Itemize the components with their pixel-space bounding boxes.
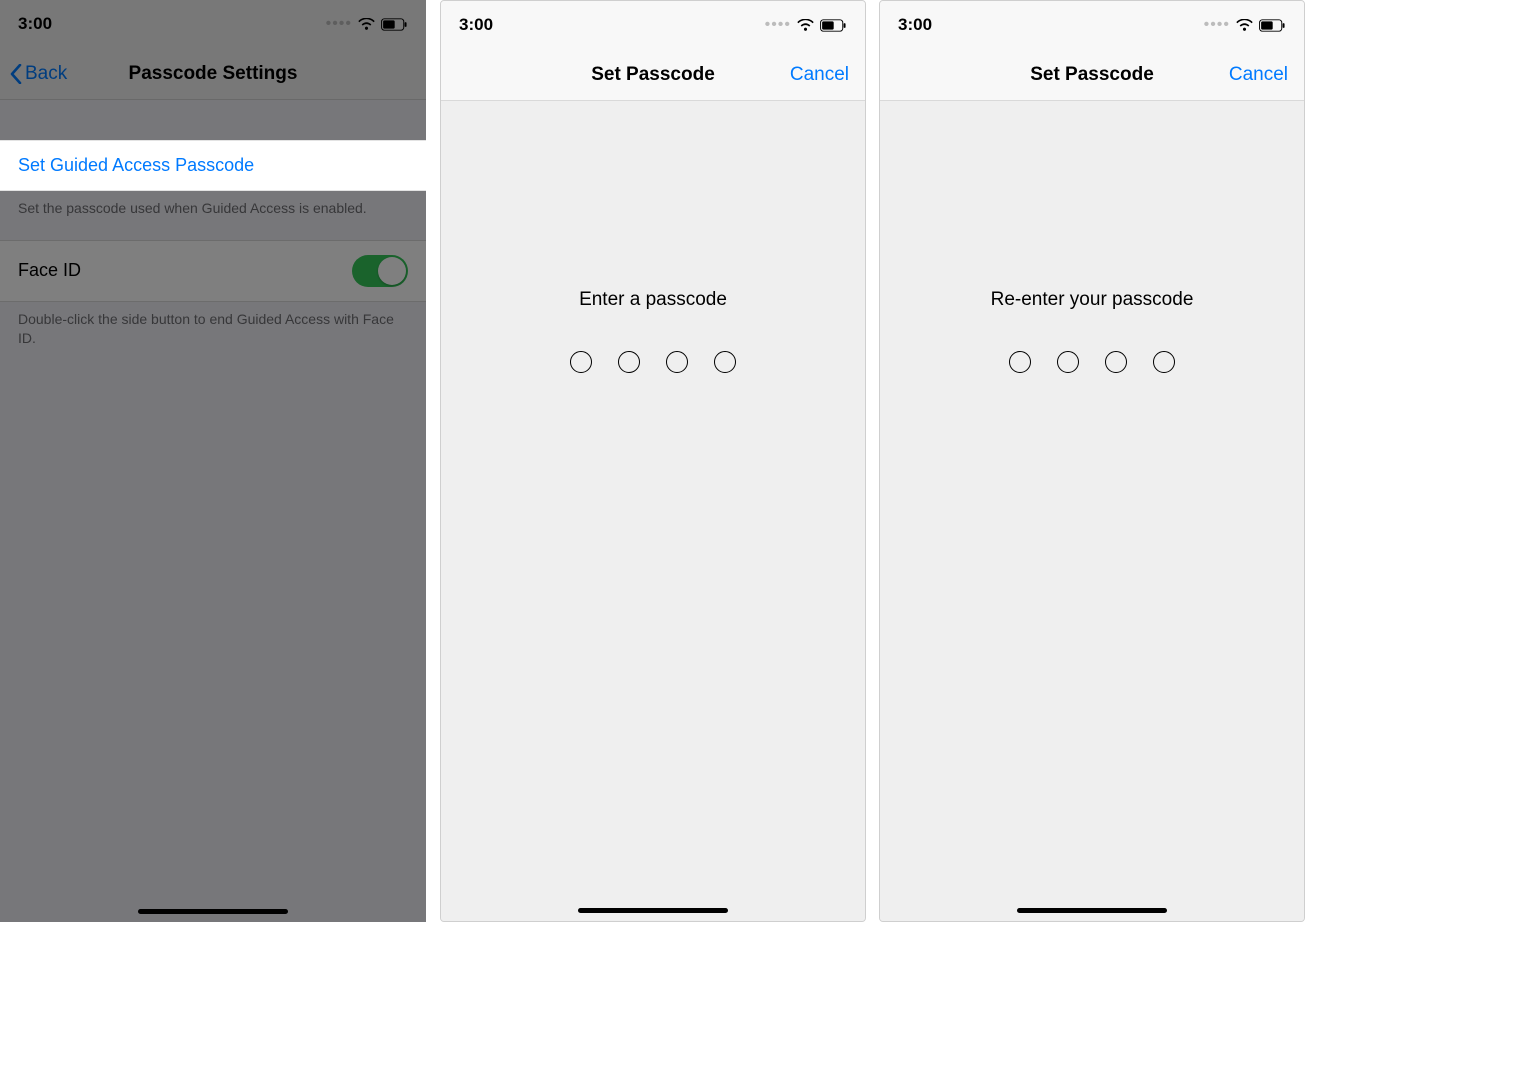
status-icons-right: •••• — [765, 17, 847, 33]
wifi-icon — [358, 18, 375, 31]
battery-icon — [381, 18, 408, 31]
status-bar: 3:00 •••• — [880, 1, 1304, 49]
battery-icon — [820, 19, 847, 32]
faceid-cell: Face ID — [0, 240, 426, 302]
passcode-dot — [1009, 351, 1031, 373]
page-title: Set Passcode — [1030, 64, 1154, 86]
status-time: 3:00 — [459, 15, 493, 35]
passcode-entry[interactable]: Re-enter your passcode — [880, 101, 1304, 373]
cancel-button[interactable]: Cancel — [790, 49, 849, 100]
battery-icon — [1259, 19, 1286, 32]
passcode-dots — [880, 351, 1304, 373]
passcode-dot — [666, 351, 688, 373]
faceid-toggle[interactable] — [352, 255, 408, 287]
passcode-entry[interactable]: Enter a passcode — [441, 101, 865, 373]
content-area: Enter a passcode — [441, 101, 865, 921]
passcode-dots — [441, 351, 865, 373]
cellular-dots-icon: •••• — [326, 16, 352, 32]
passcode-dot — [714, 351, 736, 373]
status-bar: 3:00 •••• — [441, 1, 865, 49]
home-indicator[interactable] — [138, 909, 288, 914]
passcode-dot — [1105, 351, 1127, 373]
passcode-dot — [1057, 351, 1079, 373]
content-area: Re-enter your passcode — [880, 101, 1304, 921]
status-time: 3:00 — [18, 14, 52, 34]
wifi-icon — [1236, 19, 1253, 32]
highlighted-set-passcode-cell[interactable]: Set Guided Access Passcode — [0, 140, 426, 191]
nav-bar: Back Passcode Settings — [0, 48, 426, 100]
passcode-dot — [618, 351, 640, 373]
cellular-dots-icon: •••• — [765, 17, 791, 33]
faceid-label: Face ID — [18, 260, 81, 281]
faceid-note: Double-click the side button to end Guid… — [0, 302, 426, 370]
passcode-dot — [1153, 351, 1175, 373]
status-icons-right: •••• — [326, 16, 408, 32]
passcode-prompt: Re-enter your passcode — [880, 289, 1304, 311]
home-indicator[interactable] — [1017, 908, 1167, 913]
chevron-left-icon — [10, 64, 22, 84]
wifi-icon — [797, 19, 814, 32]
page-title: Passcode Settings — [129, 63, 298, 85]
nav-bar: Set Passcode Cancel — [441, 49, 865, 101]
screen-passcode-settings: 3:00 •••• Back Passcode Settings Set Gui… — [0, 0, 426, 922]
cancel-button[interactable]: Cancel — [1229, 49, 1288, 100]
passcode-dot — [570, 351, 592, 373]
status-time: 3:00 — [898, 15, 932, 35]
status-icons-right: •••• — [1204, 17, 1286, 33]
screen-reenter-passcode: 3:00 •••• Set Passcode Cancel Re-enter y… — [879, 0, 1305, 922]
cellular-dots-icon: •••• — [1204, 17, 1230, 33]
screen-enter-passcode: 3:00 •••• Set Passcode Cancel Enter a pa… — [440, 0, 866, 922]
toggle-knob — [378, 257, 406, 285]
set-passcode-note: Set the passcode used when Guided Access… — [0, 191, 426, 240]
passcode-prompt: Enter a passcode — [441, 289, 865, 311]
home-indicator[interactable] — [578, 908, 728, 913]
nav-bar: Set Passcode Cancel — [880, 49, 1304, 101]
content-area: Set Guided Access Passcode Set the passc… — [0, 100, 426, 922]
back-button[interactable]: Back — [10, 48, 67, 99]
page-title: Set Passcode — [591, 64, 715, 86]
back-label: Back — [25, 63, 67, 85]
status-bar: 3:00 •••• — [0, 0, 426, 48]
